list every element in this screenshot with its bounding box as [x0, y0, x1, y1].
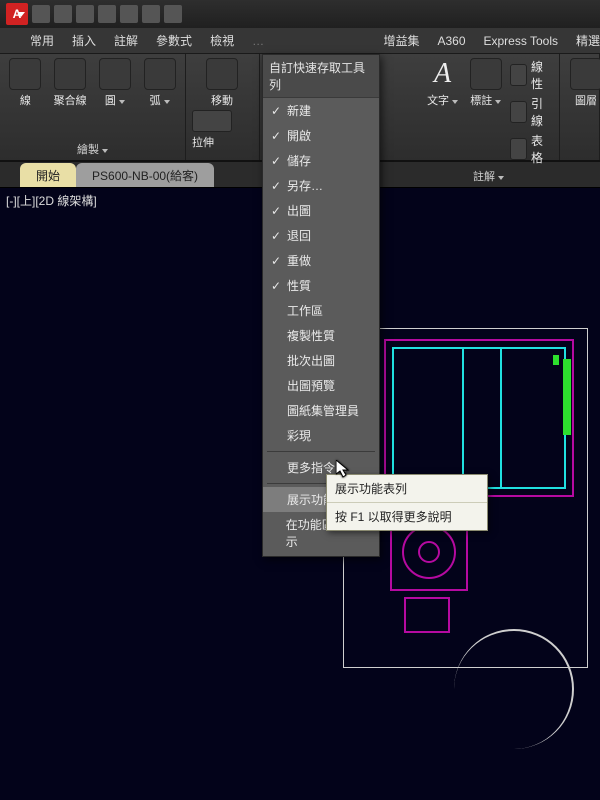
- doc-tab-start[interactable]: 開始: [20, 163, 76, 187]
- qat-icon[interactable]: [98, 5, 116, 23]
- menu-item-batchplot[interactable]: 批次出圖: [263, 348, 379, 373]
- tool-label: 標註: [470, 92, 501, 108]
- tool-label: 圓: [105, 92, 125, 108]
- menu-item-hidden: …: [252, 34, 264, 48]
- menu-item-render[interactable]: 彩現: [263, 423, 379, 448]
- menu-item-plot[interactable]: ✓ 出圖: [263, 198, 379, 223]
- menu-item-redo[interactable]: ✓ 重做: [263, 248, 379, 273]
- tool-label: 線性: [531, 58, 553, 92]
- menu-item[interactable]: 常用: [30, 32, 54, 49]
- menu-item-label: 工作區: [287, 302, 323, 319]
- tool-dimension[interactable]: 標註: [467, 58, 504, 166]
- doc-tab-file[interactable]: PS600-NB-00(給客): [76, 163, 214, 187]
- check-icon: ✓: [269, 254, 283, 268]
- check-icon: ✓: [269, 154, 283, 168]
- menu-item-matchprop[interactable]: 複製性質: [263, 323, 379, 348]
- menu-item[interactable]: A360: [437, 34, 465, 48]
- tool-text[interactable]: A文字: [424, 58, 461, 166]
- cursor-icon: [336, 460, 352, 480]
- check-icon: ✓: [269, 279, 283, 293]
- check-icon: ✓: [269, 204, 283, 218]
- check-icon: ✓: [269, 104, 283, 118]
- tool-circle[interactable]: 圓: [96, 58, 135, 108]
- menu-item-save[interactable]: ✓ 儲存: [263, 148, 379, 173]
- tool-move[interactable]: 移動: [192, 58, 252, 108]
- qat-icon[interactable]: [120, 5, 138, 23]
- check-icon: ✓: [269, 179, 283, 193]
- menu-item-label: 批次出圖: [287, 352, 335, 369]
- menu-item-label: 出圖預覽: [287, 377, 335, 394]
- qat-icon[interactable]: [164, 5, 182, 23]
- menu-item-label: 出圖: [287, 202, 311, 219]
- menu-item-label: 退回: [287, 227, 311, 244]
- menu-item-label: 複製性質: [287, 327, 335, 344]
- check-icon: ✓: [269, 229, 283, 243]
- menu-item-label: 性質: [287, 277, 311, 294]
- qat-icon[interactable]: [54, 5, 72, 23]
- menu-item-saveas[interactable]: ✓ 另存…: [263, 173, 379, 198]
- menu-item-properties[interactable]: ✓ 性質: [263, 273, 379, 298]
- menu-item[interactable]: 增益集: [383, 32, 419, 49]
- tool-label: 線: [20, 92, 31, 108]
- menu-item-open[interactable]: ✓ 開啟: [263, 123, 379, 148]
- tool-label: 文字: [427, 92, 458, 108]
- quick-access-toolbar: A: [0, 0, 600, 28]
- menubar: 常用 插入 註解 參數式 檢視 … 增益集 A360 Express Tools…: [0, 28, 600, 54]
- menu-item-label: 另存…: [287, 177, 323, 194]
- menu-item[interactable]: 插入: [72, 32, 96, 49]
- panel-label[interactable]: 繪製: [6, 141, 179, 160]
- app-logo[interactable]: A: [6, 3, 28, 25]
- menu-item[interactable]: 參數式: [156, 32, 192, 49]
- ribbon-panel-draw: 線 聚合線 圓 弧 繪製: [0, 54, 186, 160]
- tool-polyline[interactable]: 聚合線: [51, 58, 90, 108]
- menu-item-plotpreview[interactable]: 出圖預覽: [263, 373, 379, 398]
- tool-table[interactable]: [510, 138, 527, 160]
- tool-line[interactable]: 線: [6, 58, 45, 108]
- menu-item[interactable]: 精選: [576, 32, 600, 49]
- menu-title: 自訂快速存取工具列: [263, 55, 379, 98]
- menu-item-label: 開啟: [287, 127, 311, 144]
- tooltip: 展示功能表列 按 F1 以取得更多說明: [326, 474, 488, 531]
- ribbon-panel-annotate: A文字 標註 線性 引線 表格 註解: [418, 54, 560, 160]
- menu-item[interactable]: Express Tools: [484, 34, 558, 48]
- tool-leader[interactable]: [510, 101, 527, 123]
- tool-copy[interactable]: [192, 110, 232, 132]
- tool-label: 聚合線: [54, 92, 87, 108]
- ribbon-panel-modify: 移動 拉伸: [186, 54, 260, 160]
- tool-label: 引線: [531, 95, 553, 129]
- tooltip-help: 按 F1 以取得更多說明: [327, 503, 487, 530]
- menu-item-label: 新建: [287, 102, 311, 119]
- panel-label[interactable]: 註解: [424, 168, 553, 187]
- tool-linear[interactable]: [510, 64, 527, 86]
- tool-layer[interactable]: 圖層: [566, 58, 600, 108]
- menu-item-workspace[interactable]: 工作區: [263, 298, 379, 323]
- menu-item-undo[interactable]: ✓ 退回: [263, 223, 379, 248]
- menu-item-label: 彩現: [287, 427, 311, 444]
- menu-item-label: 重做: [287, 252, 311, 269]
- menu-item-label: 儲存: [287, 152, 311, 169]
- qat-icon[interactable]: [32, 5, 50, 23]
- menu-item-sheetset[interactable]: 圖紙集管理員: [263, 398, 379, 423]
- menu-separator: [267, 451, 375, 452]
- menu-item[interactable]: 註解: [114, 32, 138, 49]
- check-icon: ✓: [269, 129, 283, 143]
- tool-label: 圖層: [575, 92, 597, 108]
- qat-icon[interactable]: [76, 5, 94, 23]
- tool-label: 移動: [211, 92, 233, 108]
- tool-label: 拉伸: [192, 134, 253, 150]
- menu-item-label: 圖紙集管理員: [287, 402, 359, 419]
- viewport-label[interactable]: [-][上][2D 線架構]: [6, 192, 97, 209]
- tool-label: 表格: [531, 132, 553, 166]
- menu-item-new[interactable]: ✓ 新建: [263, 98, 379, 123]
- tool-label: 弧: [150, 92, 170, 108]
- ribbon-panel-layer: 圖層: [560, 54, 600, 160]
- tool-arc[interactable]: 弧: [140, 58, 179, 108]
- qat-icon[interactable]: [142, 5, 160, 23]
- menu-item[interactable]: 檢視: [210, 32, 234, 49]
